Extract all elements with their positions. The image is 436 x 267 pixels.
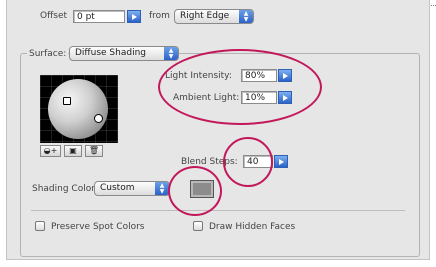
blend-steps-label: Blend Steps: xyxy=(181,157,238,167)
3d-options-panel: Offset 0 pt from Right Edge ▲ ▼ Surface: … xyxy=(6,0,430,260)
ambient-light-stepper[interactable] xyxy=(278,91,292,104)
delete-light-icon[interactable]: 🗑 xyxy=(85,145,103,157)
select-arrows-icon: ▲ ▼ xyxy=(164,47,178,60)
lighting-sphere xyxy=(48,79,108,139)
new-light-button[interactable]: ▣ xyxy=(64,145,82,157)
from-edge-value: Right Edge xyxy=(180,11,230,21)
ambient-light-input[interactable]: 10% xyxy=(241,91,277,104)
offset-stepper[interactable] xyxy=(127,10,141,23)
from-edge-select[interactable]: Right Edge ▲ ▼ xyxy=(174,9,254,24)
shading-color-swatch[interactable] xyxy=(190,180,214,198)
blend-steps-input[interactable]: 40 xyxy=(243,155,273,168)
light-intensity-label: Light Intensity: xyxy=(165,71,232,81)
surface-label: Surface: xyxy=(27,49,69,59)
offset-input[interactable]: 0 pt xyxy=(73,10,125,23)
move-light-to-front-button[interactable]: ◒+ xyxy=(40,145,61,157)
draw-hidden-faces-label: Draw Hidden Faces xyxy=(209,222,296,232)
light-source-icon[interactable] xyxy=(63,97,71,105)
surface-select[interactable]: Diffuse Shading ▲ ▼ xyxy=(69,46,179,61)
light-intensity-input[interactable]: 80% xyxy=(241,69,277,82)
ambient-light-label: Ambient Light: xyxy=(173,93,240,103)
blend-steps-stepper[interactable] xyxy=(274,155,288,168)
light-intensity-stepper[interactable] xyxy=(278,69,292,82)
select-arrows-icon: ▲ ▼ xyxy=(155,182,169,195)
shading-color-value: Custom xyxy=(100,183,135,193)
lighting-preview[interactable] xyxy=(40,75,118,143)
separator xyxy=(31,210,405,211)
surface-value: Diffuse Shading xyxy=(75,48,146,58)
offset-label: Offset xyxy=(40,11,68,21)
shading-color-label: Shading Color: xyxy=(32,184,98,194)
preserve-spot-colors-label: Preserve Spot Colors xyxy=(51,222,145,232)
draw-hidden-faces-checkbox[interactable] xyxy=(193,221,203,231)
shading-color-select[interactable]: Custom ▲ ▼ xyxy=(94,181,170,196)
light-source-selected-icon[interactable] xyxy=(94,114,103,123)
select-arrows-icon: ▲ ▼ xyxy=(239,10,253,23)
from-label: from xyxy=(149,11,170,21)
preserve-spot-colors-checkbox[interactable] xyxy=(35,221,45,231)
